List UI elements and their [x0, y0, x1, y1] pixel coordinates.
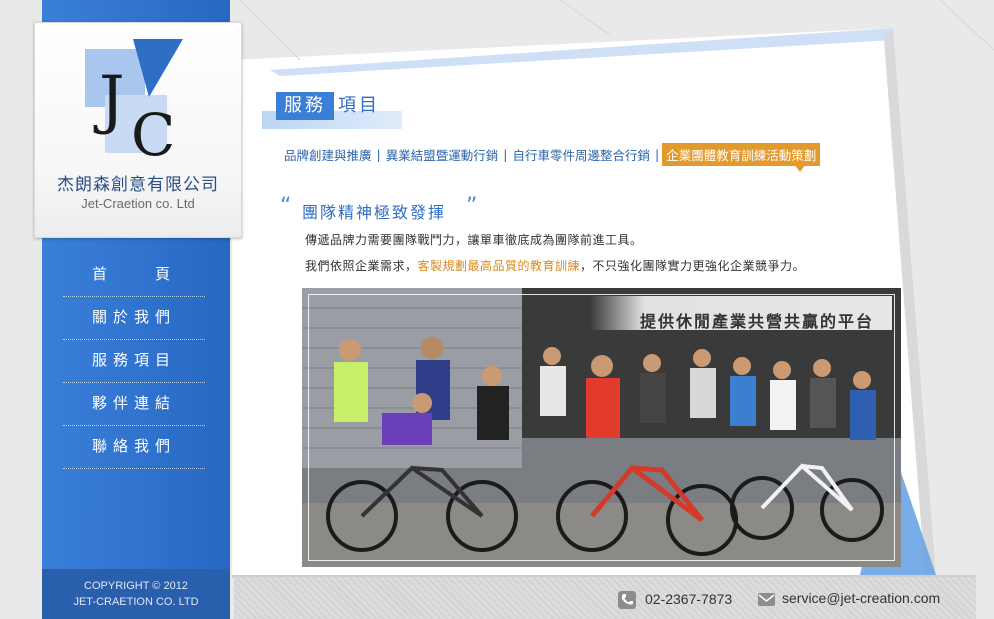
nav-item-label: 關於我們 [91, 308, 176, 326]
jc-logo: J C [85, 39, 183, 162]
nav-item-label: 聯絡我們 [91, 437, 176, 455]
svg-text:C: C [131, 101, 175, 162]
copyright-block: COPYRIGHT © 2012 JET-CRAETION CO. LTD [42, 569, 230, 619]
section-title-highlight: 服務 [276, 92, 334, 120]
footer-email[interactable]: service@jet-creation.com [782, 590, 940, 606]
nav-item-partners[interactable]: 夥伴連結 [63, 383, 205, 426]
footer-phone[interactable]: 02-2367-7873 [645, 591, 732, 607]
logo-card[interactable]: J C 杰朗森創意有限公司 Jet-Craetion co. Ltd [34, 22, 242, 238]
para2-highlight: 客製規劃最高品質的教育訓練 [417, 259, 581, 273]
copyright-company: JET-CRAETION CO. LTD [73, 596, 199, 608]
company-name-cn: 杰朗森創意有限公司 [57, 175, 219, 195]
para2-before: 我們依照企業需求， [305, 259, 418, 273]
para2-after: ，不只強化團隊實力更強化企業競爭力。 [580, 259, 806, 273]
article-headline: 團隊精神極致發揮 [302, 203, 447, 222]
section-title-rest: 項目 [338, 95, 380, 116]
nav-item-about[interactable]: 關於我們 [63, 297, 205, 340]
photo-caption: 提供休閒產業共營共贏的平台 [639, 312, 874, 331]
company-name-en: Jet-Craetion co. Ltd [81, 196, 195, 211]
tab-alliance[interactable]: 異業結盟暨運動行銷 [384, 145, 501, 164]
quote-close-mark: ” [466, 194, 478, 219]
main-nav: 首 頁 關於我們 服務項目 夥伴連結 聯絡我們 [63, 254, 205, 469]
article-paragraph-1: 傳遞品牌力需要團隊戰鬥力，讓單車徹底成為團隊前進工具。 [305, 233, 643, 247]
photo-frame [308, 294, 895, 561]
phone-icon [618, 591, 636, 609]
tab-corporate-training[interactable]: 企業團體教育訓練活動策劃 [662, 142, 821, 166]
footer-bar: 02-2367-7873 service@jet-creation.com [234, 577, 976, 619]
article-paragraph-2: 我們依照企業需求，客製規劃最高品質的教育訓練，不只強化團隊實力更強化企業競爭力。 [305, 257, 805, 274]
nav-item-label: 夥伴連結 [91, 394, 176, 412]
group-photo: 提供休閒產業共營共贏的平台 [302, 288, 901, 567]
tab-brand[interactable]: 品牌創建與推廣 [282, 145, 374, 164]
nav-item-services[interactable]: 服務項目 [63, 340, 205, 383]
quote-open-mark: “ [280, 194, 292, 219]
nav-item-label: 服務項目 [91, 351, 176, 369]
nav-item-contact[interactable]: 聯絡我們 [63, 426, 205, 469]
service-tabs: 品牌創建與推廣 | 異業結盟暨運動行銷 | 自行車零件周邊整合行銷 | 企業團體… [282, 142, 821, 166]
tab-separator: | [654, 146, 660, 162]
mail-icon [758, 593, 775, 606]
tab-bike-parts[interactable]: 自行車零件周邊整合行銷 [510, 145, 652, 164]
nav-item-home[interactable]: 首 頁 [63, 254, 205, 297]
photo-caption-banner: 提供休閒產業共營共贏的平台 [590, 296, 892, 331]
tab-separator: | [503, 146, 508, 162]
copyright-line: COPYRIGHT © 2012 [84, 580, 188, 592]
nav-item-label: 首 頁 [91, 265, 176, 283]
tab-separator: | [376, 146, 381, 162]
active-tab-arrow [794, 164, 806, 172]
